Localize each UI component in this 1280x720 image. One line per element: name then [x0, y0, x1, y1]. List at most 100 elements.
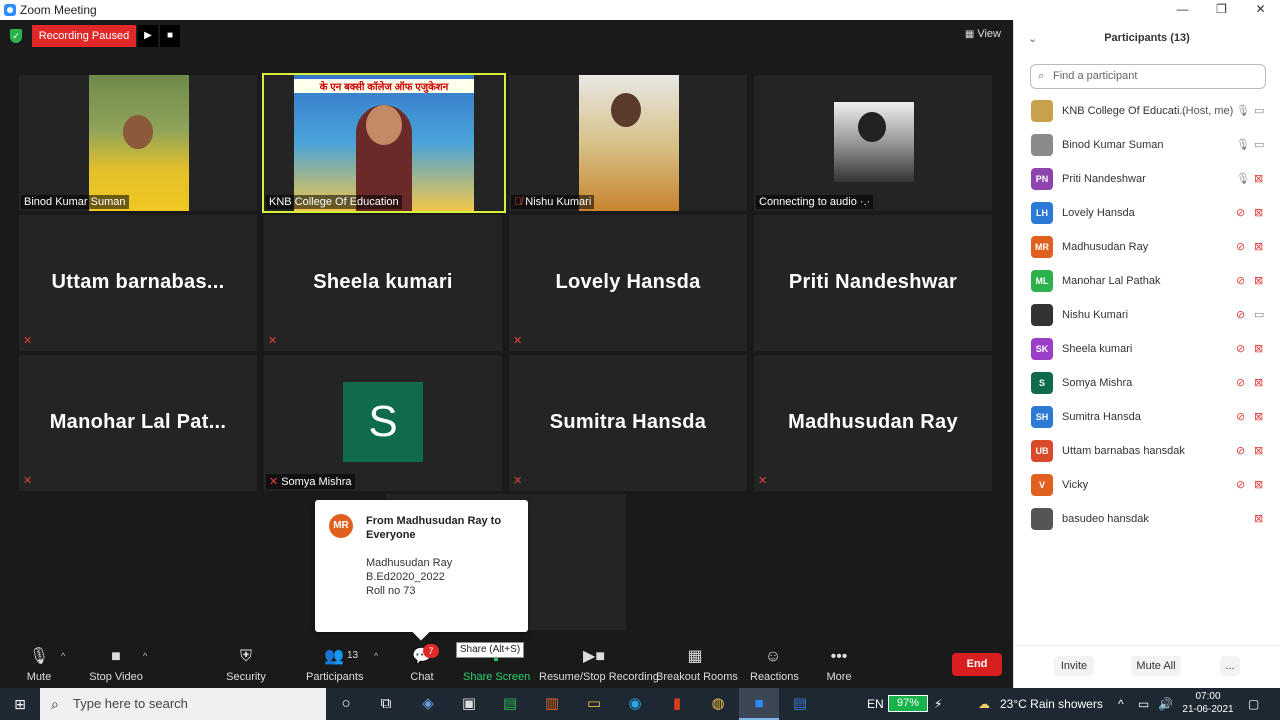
- microphone-icon[interactable]: 🎙: [1236, 162, 1250, 196]
- maximize-button[interactable]: ❐: [1202, 0, 1241, 20]
- input-language[interactable]: EN: [867, 688, 884, 720]
- stop-video-button[interactable]: ■ Stop Video: [88, 645, 144, 683]
- video-off-icon[interactable]: ⊠: [1254, 162, 1263, 196]
- file-explorer-icon[interactable]: ▭: [582, 692, 606, 716]
- mic-muted-icon[interactable]: ⊘: [1236, 366, 1245, 400]
- breakout-rooms-button[interactable]: ▦ Breakout Rooms: [656, 645, 738, 683]
- video-tile[interactable]: Madhusudan Ray ✕: [754, 355, 992, 491]
- participant-row[interactable]: Binod Kumar Suman 🎙 ▭: [1014, 128, 1280, 162]
- minimize-button[interactable]: —: [1163, 0, 1202, 20]
- edge-browser-icon[interactable]: ◉: [623, 692, 647, 716]
- mic-muted-icon[interactable]: ⊘: [1236, 298, 1245, 332]
- mute-button[interactable]: 🎙 Mute: [22, 645, 56, 683]
- mic-muted-icon[interactable]: ⊘: [1236, 196, 1245, 230]
- stop-recording-button[interactable]: ■: [160, 25, 180, 47]
- mute-all-button[interactable]: Mute All: [1131, 656, 1181, 676]
- video-camera-icon[interactable]: ▭: [1254, 128, 1264, 162]
- video-off-icon[interactable]: ⊠: [1254, 264, 1263, 298]
- video-tile[interactable]: 🎙̸ Nishu Kumari: [509, 75, 747, 211]
- network-icon[interactable]: ▭: [1138, 688, 1149, 720]
- volume-icon[interactable]: 🔊: [1158, 688, 1173, 720]
- video-options-caret[interactable]: ^: [143, 651, 147, 661]
- video-off-icon[interactable]: ⊠: [1254, 502, 1263, 536]
- participant-display-name: Priti Nandeshwar: [788, 271, 958, 293]
- video-tile[interactable]: Manohar Lal Pat... ✕: [19, 355, 257, 491]
- participant-row[interactable]: Nishu Kumari ⊘ ▭: [1014, 298, 1280, 332]
- participant-video: [834, 102, 914, 182]
- invite-button[interactable]: Invite: [1054, 656, 1094, 676]
- video-off-icon[interactable]: ⊠: [1254, 332, 1263, 366]
- chrome-icon[interactable]: ◍: [706, 692, 730, 716]
- participant-search-input[interactable]: ⌕ Find a participant: [1030, 64, 1266, 89]
- view-button[interactable]: ▦ View: [965, 28, 1001, 40]
- participant-row[interactable]: LH Lovely Hansda ⊘ ⊠: [1014, 196, 1280, 230]
- security-button[interactable]: ⛨ Security: [224, 645, 268, 683]
- participant-row[interactable]: basudeo hansdak ⊠: [1014, 502, 1280, 536]
- participant-row[interactable]: MR Madhusudan Ray ⊘ ⊠: [1014, 230, 1280, 264]
- word-icon[interactable]: ▤: [788, 692, 812, 716]
- close-button[interactable]: ✕: [1241, 0, 1280, 20]
- end-meeting-button[interactable]: End: [952, 653, 1002, 676]
- participant-row[interactable]: UB Uttam barnabas hansdak ⊘ ⊠: [1014, 434, 1280, 468]
- panel-more-button[interactable]: ...: [1220, 656, 1240, 676]
- video-tile[interactable]: Uttam barnabas... ✕: [19, 215, 257, 351]
- video-tile[interactable]: Sumitra Hansda ✕: [509, 355, 747, 491]
- encryption-shield-icon[interactable]: ✓: [10, 29, 22, 43]
- microphone-icon[interactable]: 🎙: [1236, 94, 1250, 128]
- notification-icon[interactable]: ▢: [1248, 688, 1259, 720]
- video-off-icon[interactable]: ⊠: [1254, 400, 1263, 434]
- weather-text[interactable]: 23°C Rain showers: [1000, 688, 1103, 720]
- video-tile[interactable]: Connecting to audio ·.·: [754, 75, 992, 211]
- participants-options-caret[interactable]: ^: [374, 651, 378, 661]
- tray-chevron-icon[interactable]: ^: [1118, 688, 1124, 720]
- mic-muted-icon[interactable]: ⊘: [1236, 468, 1245, 502]
- recording-control-button[interactable]: ▶■ Resume/Stop Recording: [539, 645, 659, 683]
- video-off-icon[interactable]: ⊠: [1254, 434, 1263, 468]
- more-button[interactable]: ••• More: [824, 645, 854, 683]
- mic-muted-icon[interactable]: ⊘: [1236, 332, 1245, 366]
- participant-row[interactable]: PN Priti Nandeshwar 🎙 ⊠: [1014, 162, 1280, 196]
- participant-row[interactable]: ML Manohar Lal Pathak ⊘ ⊠: [1014, 264, 1280, 298]
- task-view-icon[interactable]: ⧉: [374, 692, 398, 716]
- excel-icon[interactable]: ▤: [498, 692, 522, 716]
- chat-notification-popup[interactable]: MR From Madhusudan Ray to Everyone Madhu…: [315, 500, 528, 632]
- stop-video-label: Stop Video: [89, 671, 143, 683]
- office-icon[interactable]: ▮: [665, 692, 689, 716]
- presentation-icon[interactable]: ▥: [540, 692, 564, 716]
- system-clock[interactable]: 07:00 21-06-2021: [1180, 690, 1236, 716]
- participants-panel: ⌄ Participants (13) ⌕ Find a participant…: [1013, 20, 1280, 688]
- windows-start-icon[interactable]: ⊞: [0, 688, 40, 720]
- battery-indicator[interactable]: 97%: [888, 695, 928, 712]
- video-off-icon[interactable]: ⊠: [1254, 468, 1263, 502]
- participant-name: Lovely Hansda: [1062, 207, 1135, 219]
- cortana-icon[interactable]: ○: [334, 692, 358, 716]
- mic-muted-icon[interactable]: ⊘: [1236, 264, 1245, 298]
- mic-muted-icon[interactable]: ⊘: [1236, 434, 1245, 468]
- reactions-button[interactable]: ☺ Reactions: [750, 645, 799, 683]
- taskbar-search-input[interactable]: ⌕ Type here to search: [40, 688, 326, 720]
- video-camera-icon[interactable]: ▭: [1254, 94, 1264, 128]
- video-tile-active-speaker[interactable]: के एन बक्सी कॉलेज ऑफ एजुकेशन KNB College…: [262, 73, 506, 213]
- participant-row[interactable]: SH Sumitra Hansda ⊘ ⊠: [1014, 400, 1280, 434]
- mic-muted-icon[interactable]: ⊘: [1236, 230, 1245, 264]
- video-tile[interactable]: S ✕ Somya Mishra: [264, 355, 502, 491]
- video-tile[interactable]: Lovely Hansda ✕: [509, 215, 747, 351]
- participant-row[interactable]: V Vicky ⊘ ⊠: [1014, 468, 1280, 502]
- video-tile[interactable]: Priti Nandeshwar: [754, 215, 992, 351]
- microphone-icon[interactable]: 🎙: [1236, 128, 1250, 162]
- resume-recording-button[interactable]: ▶: [138, 25, 158, 47]
- participant-row[interactable]: S Somya Mishra ⊘ ⊠: [1014, 366, 1280, 400]
- video-camera-icon[interactable]: ▭: [1254, 298, 1264, 332]
- mic-muted-icon[interactable]: ⊘: [1236, 400, 1245, 434]
- participant-row[interactable]: SK Sheela kumari ⊘ ⊠: [1014, 332, 1280, 366]
- video-off-icon[interactable]: ⊠: [1254, 196, 1263, 230]
- video-off-icon[interactable]: ⊠: [1254, 230, 1263, 264]
- video-tile[interactable]: Binod Kumar Suman: [19, 75, 257, 211]
- store-icon[interactable]: ▣: [457, 692, 481, 716]
- video-tile[interactable]: Sheela kumari ✕: [264, 215, 502, 351]
- zoom-taskbar-active[interactable]: ■: [739, 688, 779, 720]
- participant-row[interactable]: KNB College Of Educati... (Host, me) 🎙 ▭: [1014, 94, 1280, 128]
- app-shield-icon[interactable]: ◈: [416, 692, 440, 716]
- audio-options-caret[interactable]: ^: [61, 651, 65, 661]
- video-off-icon[interactable]: ⊠: [1254, 366, 1263, 400]
